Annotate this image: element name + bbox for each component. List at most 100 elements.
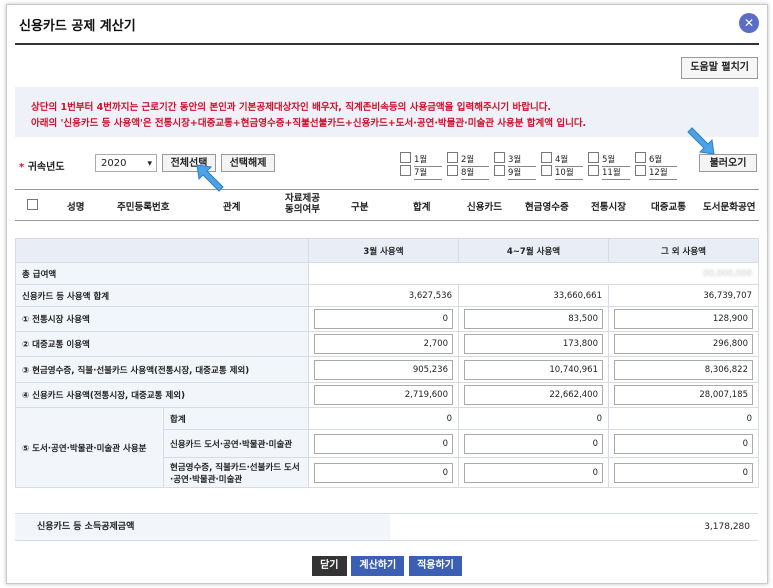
month-checkbox[interactable]: 12월	[635, 165, 681, 180]
culture-cash-other-cell: 0	[608, 457, 759, 488]
credit-march-input[interactable]: 2,719,600	[314, 385, 453, 405]
modal-title: 신용카드 공제 계산기	[19, 19, 136, 34]
month-checkbox[interactable]: 2월	[447, 152, 493, 167]
total-salary-label: 총 급여액	[15, 262, 309, 285]
cash-apr-jul-input[interactable]: 10,740,961	[464, 359, 603, 380]
col-total: 합계	[413, 202, 431, 213]
year-label: * 귀속년도	[19, 158, 65, 173]
col-march: 3월 사용액	[308, 238, 459, 263]
notice-box: 상단의 1번부터 4번까지는 근로기간 동안의 본인과 기본공제대상자인 배우자…	[15, 87, 759, 137]
month-checkbox[interactable]: 3월	[494, 152, 540, 167]
deselect-all-button[interactable]: 선택해제	[221, 154, 275, 172]
transport-other-input[interactable]: 296,800	[614, 334, 753, 354]
cash-apr-jul-cell: 10,740,961	[458, 356, 609, 383]
culture-card-march-cell: 0	[308, 429, 459, 458]
checkbox-icon	[635, 165, 646, 176]
calculator-modal: 신용카드 공제 계산기 ✕ 도움말 펼치기 상단의 1번부터 4번까지는 근로기…	[6, 4, 768, 584]
month-checkbox[interactable]: 10월	[541, 165, 587, 180]
notice-line-2: 아래의 '신용카드 등 사용액'은 전통시장+대중교통+현금영수증+직불선불카드…	[31, 118, 587, 129]
year-value: 2020	[101, 158, 127, 169]
cash-other-input[interactable]: 8,306,822	[614, 359, 753, 380]
transport-other-cell: 296,800	[608, 331, 759, 357]
col-type: 구분	[351, 202, 369, 213]
apply-button[interactable]: 적용하기	[409, 556, 462, 576]
calculate-button[interactable]: 계산하기	[351, 556, 405, 576]
month-label: 12월	[649, 167, 677, 180]
transport-march-input[interactable]: 2,700	[314, 334, 453, 354]
checkbox-icon	[494, 152, 505, 163]
family-table-header: 성명 주민등록번호 관계 자료제공 동의여부 구분 합계 신용카드 현금영수증 전…	[15, 189, 759, 221]
summary-table: 3월 사용액 4~7월 사용액 그 외 사용액 총 급여액 00,000,000…	[15, 238, 759, 488]
checkbox-icon	[588, 165, 599, 176]
month-checkbox[interactable]: 9월	[494, 165, 540, 180]
culture-card-other-cell: 0	[608, 429, 759, 458]
culture-card-apr-jul-input[interactable]: 0	[464, 433, 603, 454]
culture-cash-other-input[interactable]: 0	[614, 462, 753, 483]
culture-cash-apr-jul-input[interactable]: 0	[464, 462, 603, 483]
month-checkbox[interactable]: 8월	[447, 165, 493, 180]
month-checkbox[interactable]: 11월	[588, 165, 634, 180]
col-apr-jul: 4~7월 사용액	[458, 238, 609, 263]
market-march-cell: 0	[308, 306, 459, 332]
close-button[interactable]: 닫기	[312, 556, 347, 576]
month-checkbox[interactable]: 1월	[400, 152, 446, 167]
col-credit-card: 신용카드	[467, 202, 502, 213]
credit-label: ④ 신용카드 사용액(전통시장, 대중교통 제외)	[15, 382, 309, 408]
culture-cash-label: 현금영수증, 직불카드·선불카드 도서·공연·박물관·미술관	[163, 457, 309, 488]
cash-other-cell: 8,306,822	[608, 356, 759, 383]
transport-apr-jul-input[interactable]: 173,800	[464, 334, 603, 354]
culture-sum-apr-jul: 0	[458, 407, 609, 430]
checkbox-icon	[400, 152, 411, 163]
month-checkbox[interactable]: 7월	[400, 165, 446, 180]
checkbox-icon	[541, 152, 552, 163]
transport-label: ② 대중교통 이용액	[15, 331, 309, 357]
cash-label: ③ 현금영수증, 직불·선불카드 사용액(전통시장, 대중교통 제외)	[15, 356, 309, 383]
checkbox-icon	[400, 165, 411, 176]
credit-other-cell: 28,007,185	[608, 382, 759, 408]
checkbox-icon	[447, 165, 458, 176]
culture-card-other-input[interactable]: 0	[614, 433, 753, 454]
controls-bar: * 귀속년도 2020 ▾ 전체선택 선택해제 1월 2월 3월 4월 5월 6월…	[15, 149, 759, 181]
col-consent: 자료제공 동의여부	[285, 193, 320, 215]
help-expand-button[interactable]: 도움말 펼치기	[681, 57, 758, 79]
footer-buttons: 닫기 계산하기 적용하기	[7, 556, 767, 576]
month-label: 10월	[555, 167, 583, 180]
deduction-row: 신용카드 등 소득공제금액 3,178,280	[15, 513, 758, 541]
culture-sum-march: 0	[308, 407, 459, 430]
title-divider	[15, 43, 759, 45]
col-public-transport: 대중교통	[651, 202, 686, 213]
month-checkbox[interactable]: 6월	[635, 152, 681, 167]
culture-cash-march-cell: 0	[308, 457, 459, 488]
chevron-down-icon: ▾	[147, 159, 152, 169]
arrow-pointer-icon	[687, 127, 715, 155]
month-label: 9월	[508, 167, 536, 180]
culture-card-label: 신용카드 도서·공연·박물관·미술관	[163, 429, 309, 458]
checkbox-icon	[635, 152, 646, 163]
culture-sum-other: 0	[608, 407, 759, 430]
market-other-input[interactable]: 128,900	[614, 309, 753, 329]
credit-apr-jul-input[interactable]: 22,662,400	[464, 385, 603, 405]
credit-other-input[interactable]: 28,007,185	[614, 385, 753, 405]
col-name: 성명	[67, 202, 85, 213]
col-culture: 도서문화공연	[703, 202, 756, 213]
credit-march-cell: 2,719,600	[308, 382, 459, 408]
col-consent-l2: 동의여부	[285, 204, 320, 215]
close-icon[interactable]: ✕	[739, 13, 759, 33]
transport-march-cell: 2,700	[308, 331, 459, 357]
culture-card-march-input[interactable]: 0	[314, 433, 453, 454]
cash-march-input[interactable]: 905,236	[314, 359, 453, 380]
select-all-checkbox[interactable]	[27, 199, 38, 210]
summary-corner	[15, 238, 309, 263]
checkbox-icon	[447, 152, 458, 163]
month-checkbox[interactable]: 4월	[541, 152, 587, 167]
market-march-input[interactable]: 0	[314, 309, 453, 329]
checkbox-icon	[494, 165, 505, 176]
deduction-value: 3,178,280	[704, 522, 750, 532]
year-select[interactable]: 2020 ▾	[95, 154, 157, 172]
deduction-label: 신용카드 등 소득공제금액	[15, 514, 390, 540]
load-button[interactable]: 불러오기	[699, 154, 757, 172]
month-checkbox[interactable]: 5월	[588, 152, 634, 167]
market-apr-jul-input[interactable]: 83,500	[464, 309, 603, 329]
culture-cash-march-input[interactable]: 0	[314, 462, 453, 483]
culture-card-apr-jul-cell: 0	[458, 429, 609, 458]
